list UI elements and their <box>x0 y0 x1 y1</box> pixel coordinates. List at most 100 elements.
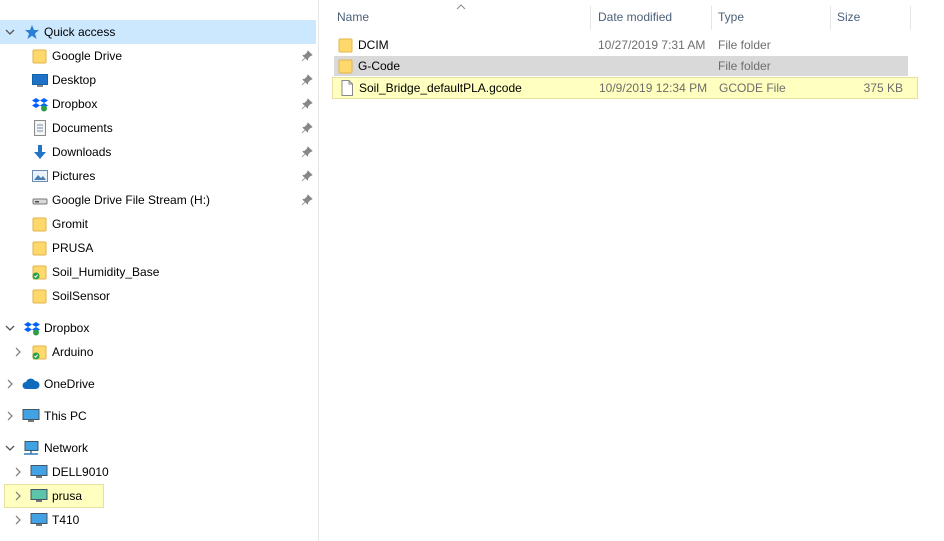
pin-icon[interactable] <box>300 49 314 63</box>
pin-icon[interactable] <box>300 73 314 87</box>
nav-label: Google Drive File Stream (H:) <box>52 193 211 207</box>
chevron-right-icon[interactable] <box>11 460 25 484</box>
nav-label: prusa <box>52 489 83 503</box>
documents-icon <box>32 120 48 136</box>
pin-icon[interactable] <box>300 97 314 111</box>
chevron-down-icon[interactable] <box>3 20 17 44</box>
folder-icon <box>32 240 48 256</box>
file-name: G-Code <box>358 59 401 73</box>
column-header-date[interactable]: Date modified <box>598 0 672 34</box>
column-header-size[interactable]: Size <box>837 0 860 34</box>
nav-item-onedrive[interactable]: OneDrive <box>0 372 316 396</box>
nav-item-dropbox[interactable]: Dropbox <box>0 316 316 340</box>
cloud-icon <box>22 376 40 392</box>
column-divider[interactable] <box>590 6 591 30</box>
file-name: Soil_Bridge_defaultPLA.gcode <box>359 81 522 95</box>
pictures-icon <box>32 168 48 184</box>
file-size: 375 KB <box>863 81 903 95</box>
sort-ascending-icon <box>456 4 466 10</box>
nav-item-network[interactable]: Network <box>0 436 316 460</box>
file-name: DCIM <box>358 38 389 52</box>
computer-icon <box>22 408 40 424</box>
computer-icon <box>30 464 48 480</box>
folder-icon <box>32 216 48 232</box>
file-list: Name Date modified Type Size DCIM 10/27/… <box>320 0 940 541</box>
file-type: File folder <box>718 59 771 73</box>
pane-divider[interactable] <box>318 0 319 541</box>
navigation-pane: Quick access Google Drive Desktop Dropbo… <box>0 0 318 541</box>
nav-label: Gromit <box>52 217 88 231</box>
folder-icon <box>338 37 354 53</box>
nav-item-prusa-computer[interactable]: prusa <box>4 484 104 508</box>
computer-icon <box>30 488 48 504</box>
nav-label: Soil_Humidity_Base <box>52 265 160 279</box>
nav-item-t410[interactable]: T410 <box>0 508 316 532</box>
chevron-right-icon[interactable] <box>11 508 25 532</box>
nav-item-documents[interactable]: Documents <box>0 116 316 140</box>
file-date: 10/27/2019 7:31 AM <box>598 38 706 52</box>
file-icon <box>339 80 355 96</box>
file-row-g-code[interactable]: G-Code File folder <box>334 56 908 76</box>
file-type: File folder <box>718 38 771 52</box>
pin-icon[interactable] <box>300 145 314 159</box>
file-date: 10/9/2019 12:34 PM <box>599 81 708 95</box>
nav-label: Documents <box>52 121 113 135</box>
nav-item-soil-humidity-base[interactable]: Soil_Humidity_Base <box>0 260 316 284</box>
dropbox-icon <box>24 320 40 336</box>
synced-folder-icon <box>32 264 48 280</box>
nav-item-dell9010[interactable]: DELL9010 <box>0 460 316 484</box>
nav-label: Network <box>44 441 89 455</box>
star-icon <box>24 24 40 40</box>
column-header-name[interactable]: Name <box>337 0 369 34</box>
network-icon <box>22 440 39 456</box>
column-header-type[interactable]: Type <box>718 0 744 34</box>
nav-label: Dropbox <box>52 97 98 111</box>
folder-icon <box>32 288 48 304</box>
chevron-right-icon[interactable] <box>11 340 25 364</box>
nav-label: Pictures <box>52 169 96 183</box>
computer-icon <box>30 512 48 528</box>
nav-item-gromit[interactable]: Gromit <box>0 212 316 236</box>
nav-item-pictures[interactable]: Pictures <box>0 164 316 188</box>
nav-label: Quick access <box>44 25 116 39</box>
chevron-right-icon[interactable] <box>11 484 25 508</box>
folder-icon <box>32 48 48 64</box>
nav-item-soilsensor[interactable]: SoilSensor <box>0 284 316 308</box>
pin-icon[interactable] <box>300 121 314 135</box>
file-row-dcim[interactable]: DCIM 10/27/2019 7:31 AM File folder <box>334 35 908 55</box>
nav-item-desktop[interactable]: Desktop <box>0 68 316 92</box>
nav-label: OneDrive <box>44 377 95 391</box>
nav-item-downloads[interactable]: Downloads <box>0 140 316 164</box>
nav-item-google-drive[interactable]: Google Drive <box>0 44 316 68</box>
pin-icon[interactable] <box>300 169 314 183</box>
nav-item-prusa-folder[interactable]: PRUSA <box>0 236 316 260</box>
desktop-icon <box>32 72 48 88</box>
nav-label: Downloads <box>52 145 112 159</box>
nav-label: SoilSensor <box>52 289 111 303</box>
column-divider[interactable] <box>910 6 911 30</box>
nav-item-google-drive-stream[interactable]: Google Drive File Stream (H:) <box>0 188 316 212</box>
nav-item-this-pc[interactable]: This PC <box>0 404 316 428</box>
nav-label: Dropbox <box>44 321 90 335</box>
folder-icon <box>338 58 354 74</box>
chevron-down-icon[interactable] <box>3 436 17 460</box>
nav-label: Desktop <box>52 73 97 87</box>
nav-label: This PC <box>44 409 87 423</box>
chevron-right-icon[interactable] <box>3 404 17 428</box>
nav-item-arduino[interactable]: Arduino <box>0 340 316 364</box>
column-divider[interactable] <box>711 6 712 30</box>
chevron-down-icon[interactable] <box>3 316 17 340</box>
drive-icon <box>32 192 48 208</box>
dropbox-icon <box>32 96 48 112</box>
file-type: GCODE File <box>719 81 786 95</box>
nav-label: PRUSA <box>52 241 94 255</box>
nav-item-quick-access[interactable]: Quick access <box>0 20 316 44</box>
nav-label: T410 <box>52 513 80 527</box>
pin-icon[interactable] <box>300 193 314 207</box>
nav-label: DELL9010 <box>52 465 109 479</box>
nav-item-dropbox-quick[interactable]: Dropbox <box>0 92 316 116</box>
chevron-right-icon[interactable] <box>3 372 17 396</box>
nav-label: Google Drive <box>52 49 123 63</box>
file-row-soil-bridge-gcode[interactable]: Soil_Bridge_defaultPLA.gcode 10/9/2019 1… <box>332 77 918 99</box>
column-divider[interactable] <box>830 6 831 30</box>
